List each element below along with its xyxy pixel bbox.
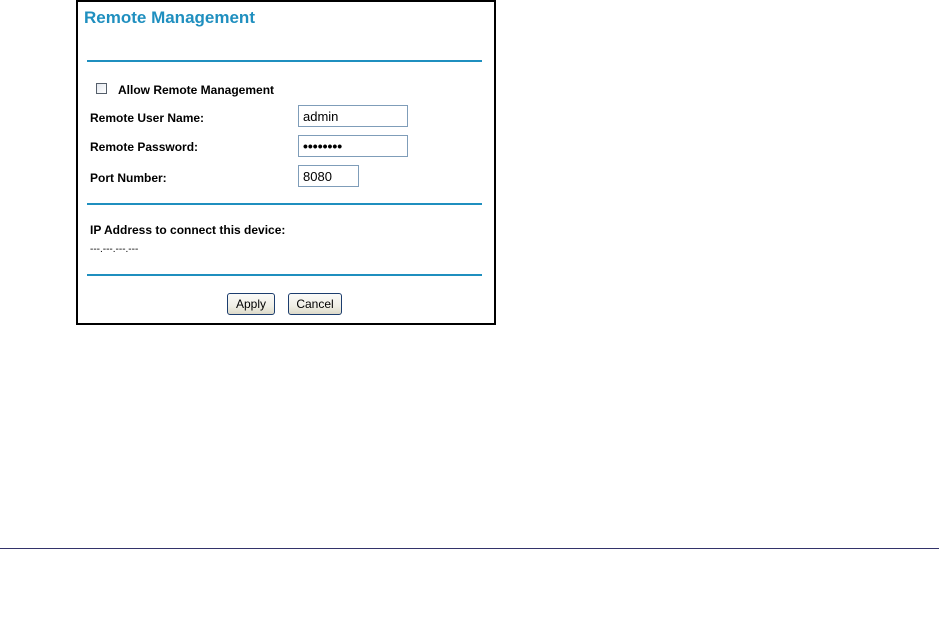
- section-divider-bottom: [87, 274, 482, 276]
- page-title: Remote Management: [84, 8, 255, 27]
- ip-address-label: IP Address to connect this device:: [90, 223, 286, 237]
- remote-password-label: Remote Password:: [90, 140, 199, 154]
- page-bottom-rule: [0, 548, 939, 549]
- ip-address-value: ---.---.---.---: [90, 244, 139, 255]
- allow-remote-management-checkbox[interactable]: [96, 83, 107, 94]
- remote-management-panel: Remote Management Allow Remote Managemen…: [76, 0, 496, 325]
- page: Remote Management Allow Remote Managemen…: [0, 0, 939, 618]
- allow-remote-management-label: Allow Remote Management: [118, 83, 275, 97]
- port-number-input[interactable]: [298, 165, 359, 187]
- port-number-label: Port Number:: [90, 171, 167, 185]
- section-divider-top: [87, 203, 482, 205]
- remote-password-input[interactable]: ••••••••: [298, 135, 408, 157]
- title-divider: [87, 60, 482, 62]
- apply-button[interactable]: Apply: [227, 293, 275, 315]
- cancel-button[interactable]: Cancel: [288, 293, 342, 315]
- remote-user-name-label: Remote User Name:: [90, 111, 205, 125]
- remote-user-name-input[interactable]: [298, 105, 408, 127]
